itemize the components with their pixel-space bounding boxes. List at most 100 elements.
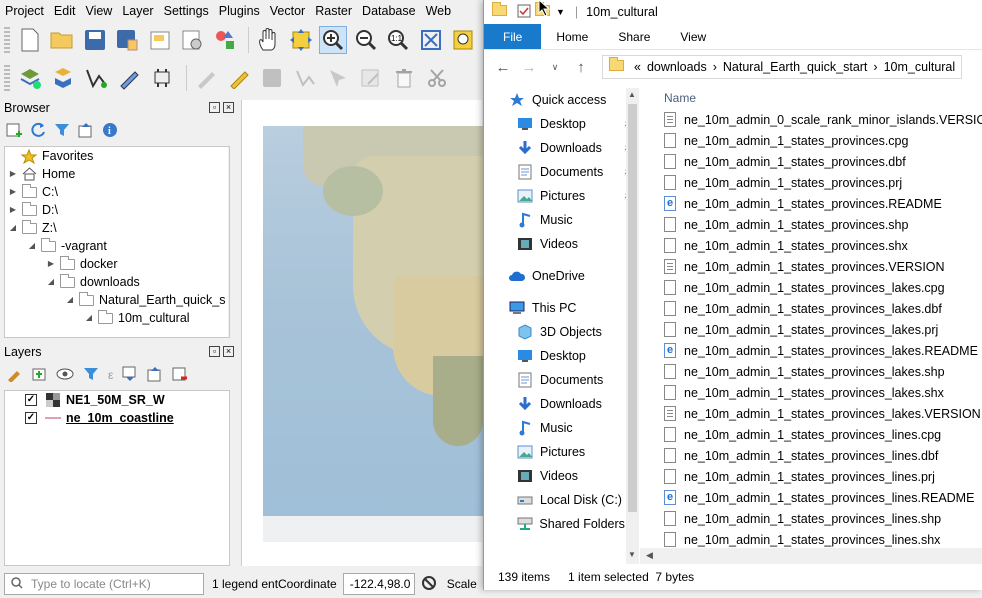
expand-arrow-icon[interactable]: ▶ <box>8 165 18 183</box>
breadcrumb-item[interactable]: Natural_Earth_quick_start <box>723 60 868 74</box>
visibility-icon[interactable] <box>56 366 74 385</box>
ribbon-tab-file[interactable]: File <box>484 24 542 49</box>
menu-plugins[interactable]: Plugins <box>214 4 265 18</box>
nav-item-desktop[interactable]: Desktop <box>484 344 636 368</box>
browser-item[interactable]: ▶ D:\ <box>5 201 229 219</box>
style-panel-icon[interactable] <box>6 366 22 385</box>
file-list-item[interactable]: ne_10m_admin_1_states_provinces_lines.pr… <box>652 466 982 487</box>
zoom-in-icon[interactable] <box>319 26 347 54</box>
menu-raster[interactable]: Raster <box>310 4 357 18</box>
layout-manager-icon[interactable] <box>178 26 206 54</box>
breadcrumb-item[interactable]: downloads <box>647 60 707 74</box>
save-as-icon[interactable] <box>113 26 141 54</box>
style-manager-icon[interactable] <box>211 26 239 54</box>
nav-item-downloads[interactable]: Downloads <box>484 392 636 416</box>
file-list-item[interactable]: ne_10m_admin_1_states_provinces_lakes.cp… <box>652 277 982 298</box>
nav-item-music[interactable]: Music <box>484 208 636 232</box>
zoom-native-icon[interactable]: 1:1 <box>384 26 412 54</box>
recent-locations-icon[interactable]: ∨ <box>544 62 566 73</box>
pan-map-icon[interactable] <box>254 26 282 54</box>
nav-item-downloads[interactable]: Downloads <box>484 136 636 160</box>
save-edits-icon[interactable] <box>258 64 286 92</box>
expand-arrow-icon[interactable]: ◢ <box>46 273 56 291</box>
menu-settings[interactable]: Settings <box>159 4 214 18</box>
scroll-left-icon[interactable]: ◀ <box>646 550 653 561</box>
browser-item[interactable]: ◢ Z:\ <box>5 219 229 237</box>
map-canvas[interactable] <box>241 100 503 566</box>
scroll-up-icon[interactable]: ▲ <box>628 90 636 99</box>
menu-web[interactable]: Web <box>421 4 456 18</box>
browser-item[interactable]: ◢ downloads <box>5 273 229 291</box>
properties-icon[interactable] <box>517 4 531 21</box>
vertex-tool-icon[interactable] <box>324 64 352 92</box>
layer-visibility-checkbox[interactable]: ✓ <box>25 394 37 406</box>
browser-item[interactable]: ◢ -vagrant <box>5 237 229 255</box>
coordinate-input[interactable]: -122.4,98.0 <box>342 573 415 595</box>
nav-item-videos[interactable]: Videos <box>484 464 636 488</box>
menu-database[interactable]: Database <box>357 4 421 18</box>
file-list-item[interactable]: ne_10m_admin_1_states_provinces_lakes.VE… <box>652 403 982 424</box>
browser-item[interactable]: ▶ C:\ <box>5 183 229 201</box>
open-project-icon[interactable] <box>48 26 76 54</box>
toolbar-grip[interactable] <box>4 27 10 53</box>
expand-all-icon[interactable] <box>122 366 138 385</box>
browser-item[interactable]: ▶ docker <box>5 255 229 273</box>
nav-item-music[interactable]: Music <box>484 416 636 440</box>
file-list-hscrollbar[interactable]: ◀ <box>640 548 982 564</box>
toolbar-grip[interactable] <box>4 65 10 91</box>
breadcrumb-chevron-icon[interactable]: › <box>873 60 877 74</box>
breadcrumb-overflow[interactable]: « <box>634 60 641 74</box>
add-selected-layers-icon[interactable] <box>6 122 22 141</box>
file-list-item[interactable]: ne_10m_admin_1_states_provinces_lakes.RE… <box>652 340 982 361</box>
nav-item-this-pc[interactable]: This PC <box>484 296 636 320</box>
menu-vector[interactable]: Vector <box>265 4 310 18</box>
file-list-item[interactable]: ne_10m_admin_1_states_provinces.README <box>652 193 982 214</box>
column-header-name[interactable]: Name <box>652 88 982 109</box>
cut-features-icon[interactable] <box>423 64 451 92</box>
file-list-item[interactable]: ne_10m_admin_1_states_provinces_lines.sh… <box>652 529 982 550</box>
back-arrow-icon[interactable]: ← <box>492 59 514 76</box>
nav-item-desktop[interactable]: Desktop <box>484 112 636 136</box>
toggle-extents-icon[interactable] <box>421 575 437 594</box>
file-list-item[interactable]: ne_10m_admin_1_states_provinces_lines.sh… <box>652 508 982 529</box>
data-source-manager-icon[interactable] <box>16 64 44 92</box>
refresh-icon[interactable] <box>30 122 46 141</box>
new-project-icon[interactable] <box>16 26 44 54</box>
menu-view[interactable]: View <box>80 4 117 18</box>
close-panel-icon[interactable]: × <box>223 102 234 113</box>
browser-item[interactable]: ◢ Natural_Earth_quick_s <box>5 291 229 309</box>
zoom-out-icon[interactable] <box>352 26 380 54</box>
expand-arrow-icon[interactable]: ▶ <box>8 183 18 201</box>
scroll-down-icon[interactable]: ▼ <box>628 550 636 559</box>
menu-edit[interactable]: Edit <box>49 4 81 18</box>
float-panel-icon[interactable]: ▫ <box>209 102 220 113</box>
zoom-full-icon[interactable] <box>417 26 445 54</box>
zoom-to-selection-icon[interactable] <box>449 26 477 54</box>
collapse-all-icon[interactable] <box>147 366 163 385</box>
menu-project[interactable]: Project <box>0 4 49 18</box>
file-list-item[interactable]: ne_10m_admin_1_states_provinces.cpg <box>652 130 982 151</box>
add-group-icon[interactable] <box>31 366 47 385</box>
filter-icon[interactable] <box>54 122 70 141</box>
breadcrumb-chevron-icon[interactable]: › <box>713 60 717 74</box>
ribbon-tab-view[interactable]: View <box>665 24 721 49</box>
pan-to-selection-icon[interactable] <box>287 26 315 54</box>
nav-item-quick-access[interactable]: Quick access <box>484 88 636 112</box>
ribbon-tab-home[interactable]: Home <box>541 24 603 49</box>
file-list-item[interactable]: ne_10m_admin_1_states_provinces.VERSION <box>652 256 982 277</box>
expand-arrow-icon[interactable]: ◢ <box>27 237 37 255</box>
ribbon-tab-share[interactable]: Share <box>603 24 665 49</box>
layer-visibility-checkbox[interactable]: ✓ <box>25 412 37 424</box>
current-edits-icon[interactable] <box>192 64 220 92</box>
file-list-item[interactable]: ne_10m_admin_1_states_provinces.shp <box>652 214 982 235</box>
plugin-icon[interactable] <box>148 64 176 92</box>
quick-access-dropdown-icon[interactable]: ▼ <box>556 7 565 17</box>
remove-layer-icon[interactable] <box>172 366 188 385</box>
digitize-vertex-icon[interactable] <box>82 64 110 92</box>
new-layer-icon[interactable] <box>49 64 77 92</box>
file-list-item[interactable]: ne_10m_admin_0_scale_rank_minor_islands.… <box>652 109 982 130</box>
expand-arrow-icon[interactable]: ◢ <box>84 309 94 327</box>
expand-arrow-icon[interactable]: ◢ <box>65 291 75 309</box>
collapse-all-icon[interactable] <box>78 122 94 141</box>
file-list-item[interactable]: ne_10m_admin_1_states_provinces.shx <box>652 235 982 256</box>
